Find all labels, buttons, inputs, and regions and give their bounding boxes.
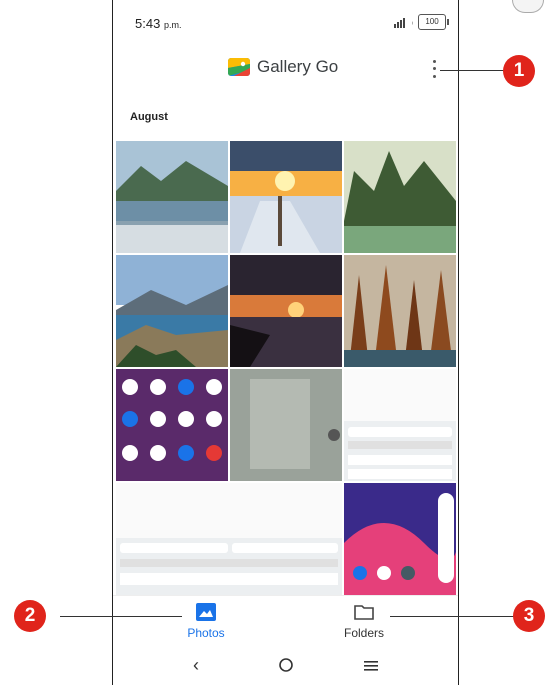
photo-thumbnail[interactable] — [230, 141, 342, 253]
photo-grid — [116, 141, 456, 597]
back-icon[interactable]: ‹ — [193, 655, 199, 676]
screenshot-thumbnail[interactable] — [116, 369, 228, 481]
more-options-icon[interactable] — [427, 58, 441, 80]
app-bar: Gallery Go — [113, 52, 458, 88]
photo-icon — [196, 603, 216, 621]
callout-badge-3: 3 — [513, 600, 545, 632]
photo-thumbnail[interactable] — [344, 255, 456, 367]
photo-thumbnail[interactable] — [116, 255, 228, 367]
screenshot-thumbnail[interactable] — [344, 369, 456, 481]
nav-photos-label: Photos — [187, 626, 225, 640]
phone-screen: 5:43 p.m. ᵢ 100 Gallery Go August Photos… — [112, 0, 459, 685]
callout-line-1 — [440, 70, 504, 71]
recents-icon[interactable] — [363, 657, 379, 678]
nav-folders[interactable]: Folders — [319, 600, 409, 642]
status-bar: 5:43 p.m. ᵢ 100 — [113, 0, 458, 46]
photo-thumbnail[interactable] — [116, 141, 228, 253]
screenshot-thumbnail[interactable] — [116, 483, 342, 595]
callout-line-2 — [60, 616, 182, 617]
home-icon[interactable] — [278, 657, 294, 678]
device-edge — [512, 0, 544, 13]
callout-line-3 — [390, 616, 514, 617]
battery-icon: 100 — [418, 14, 449, 30]
data-icon: ᵢ — [412, 19, 414, 26]
nav-photos[interactable]: Photos — [161, 600, 251, 642]
section-header: August — [130, 111, 168, 123]
app-title: Gallery Go — [257, 57, 339, 76]
bottom-navigation: Photos Folders — [113, 595, 458, 644]
nav-folders-label: Folders — [343, 626, 384, 640]
callout-badge-1: 1 — [503, 55, 535, 87]
system-navigation-bar: ‹ — [113, 643, 458, 685]
gallery-go-logo-icon — [228, 58, 250, 76]
callout-badge-2: 2 — [14, 600, 46, 632]
screenshot-thumbnail[interactable] — [344, 483, 456, 595]
photo-thumbnail[interactable] — [344, 141, 456, 253]
photo-thumbnail[interactable] — [230, 369, 342, 481]
status-time: 5:43 p.m. — [135, 16, 182, 31]
photo-thumbnail[interactable] — [230, 255, 342, 367]
folder-icon — [354, 605, 374, 620]
signal-icon — [394, 18, 405, 28]
